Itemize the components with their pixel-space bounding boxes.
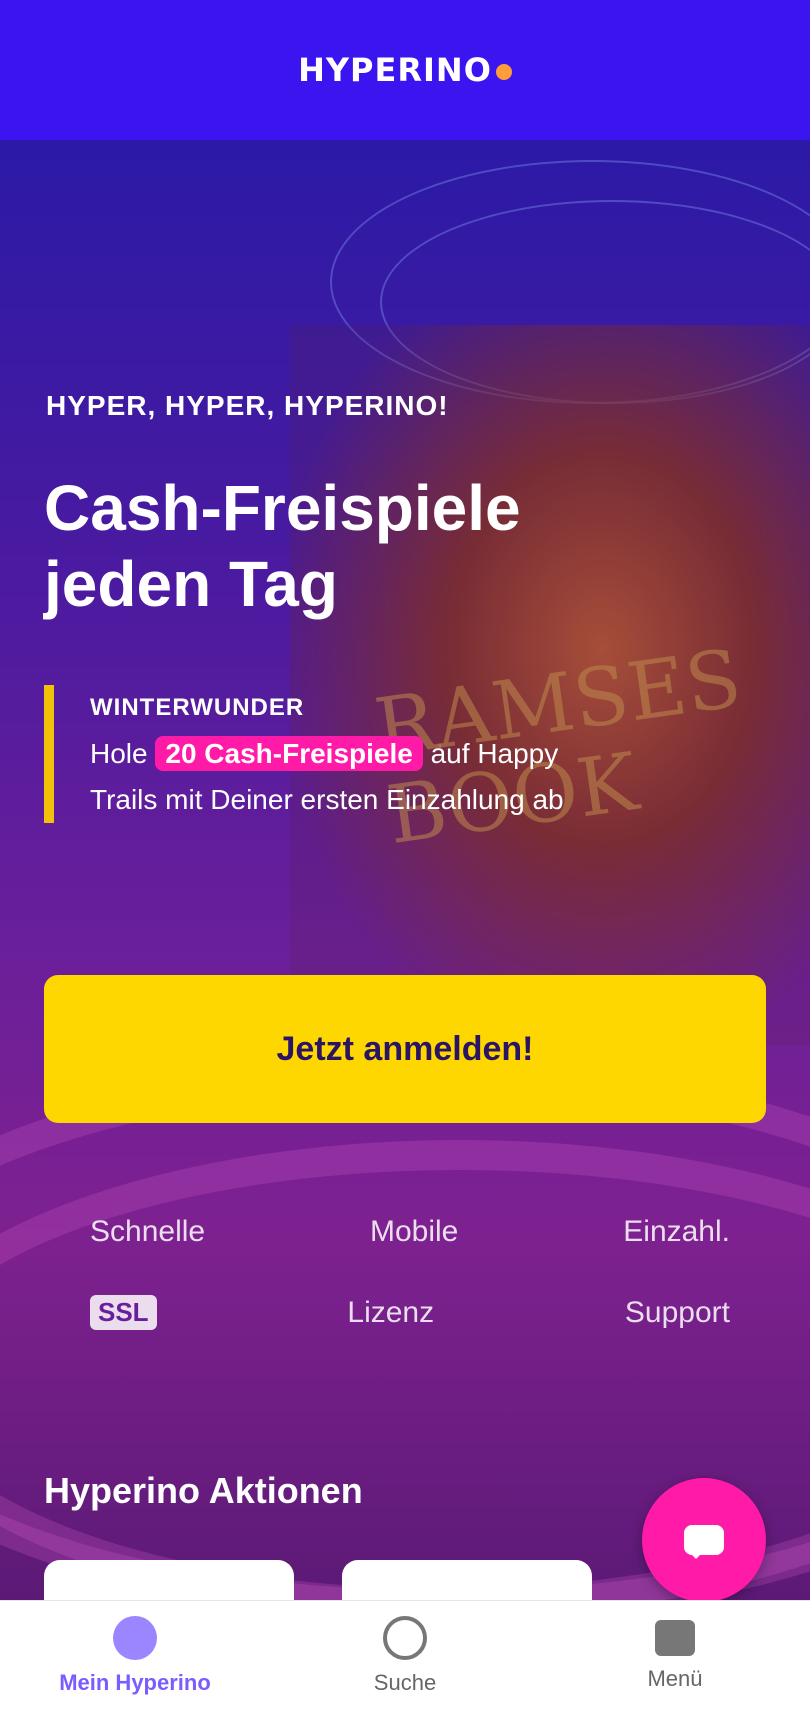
nav-label: Menü bbox=[647, 1666, 703, 1691]
home-icon bbox=[113, 1616, 157, 1660]
search-icon bbox=[383, 1616, 427, 1660]
promo-prefix: Hole bbox=[90, 738, 148, 769]
chat-icon bbox=[684, 1525, 724, 1559]
info-item: Lizenz bbox=[347, 1295, 435, 1329]
promo-kicker: WINTERWUNDER bbox=[90, 694, 305, 721]
info-item: Mobile bbox=[369, 1215, 459, 1248]
hero-eyebrow: HYPER, HYPER, HYPERINO! bbox=[46, 390, 449, 421]
logo-text: HYPERINO bbox=[298, 51, 492, 89]
signup-button[interactable]: Jetzt anmelden! bbox=[44, 975, 766, 1123]
top-bar: HYPERINO bbox=[0, 0, 810, 140]
bottom-navigation: Mein Hyperino Suche Menü bbox=[0, 1600, 810, 1711]
brand-logo[interactable]: HYPERINO bbox=[298, 51, 512, 89]
info-item: Einzahl. bbox=[623, 1215, 730, 1248]
hero-banner: RAMSES BOOK bbox=[0, 140, 810, 1600]
info-item: Support bbox=[624, 1295, 730, 1329]
nav-item-menu[interactable]: Menü bbox=[545, 1620, 805, 1692]
nav-item-search[interactable]: Suche bbox=[275, 1616, 535, 1696]
nav-label: Suche bbox=[373, 1670, 437, 1695]
info-row-top: Schnelle Mobile Einzahl. bbox=[90, 1215, 730, 1249]
menu-icon bbox=[655, 1620, 695, 1656]
hero-headline: Cash-Freispiele jeden Tag bbox=[44, 472, 521, 620]
nav-label: Mein Hyperino bbox=[59, 1670, 211, 1695]
section-title: Hyperino Aktionen bbox=[44, 1470, 363, 1511]
info-badge: SSL bbox=[90, 1295, 157, 1330]
info-row-bottom: SSL Lizenz Support bbox=[90, 1295, 730, 1330]
promo-highlight-badge: 20 Cash-Freispiele bbox=[155, 736, 423, 771]
chat-button[interactable] bbox=[642, 1478, 766, 1602]
promo-box: WINTERWUNDER Hole 20 Cash-Freispiele auf… bbox=[44, 685, 630, 823]
info-item: Schnelle bbox=[90, 1215, 206, 1248]
nav-item-home[interactable]: Mein Hyperino bbox=[5, 1616, 265, 1696]
logo-dot-icon bbox=[495, 64, 512, 80]
promo-text: Hole 20 Cash-Freispiele auf Happy Trails… bbox=[90, 731, 630, 823]
